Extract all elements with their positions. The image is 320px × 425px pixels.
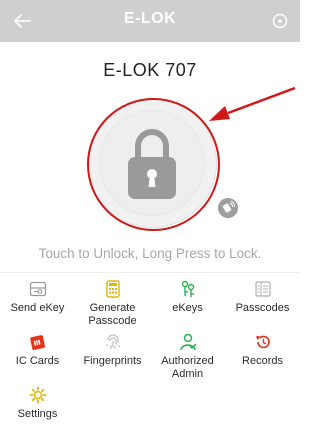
records-history-icon: [255, 335, 270, 349]
ic-cards-label: IC Cards: [15, 355, 60, 367]
nfc-icon[interactable]: [218, 198, 238, 218]
admin-user-icon: [179, 333, 197, 351]
settings-label: Settings: [17, 408, 58, 420]
send-ekey-label: Send eKey: [10, 302, 65, 314]
unlock-hint: Touch to Unlock, Long Press to Lock.: [38, 246, 262, 261]
annotation-highlight-circle: [87, 98, 220, 231]
settings-gear-icon: [29, 386, 46, 404]
records-label: Records: [242, 355, 283, 367]
ekeys-button[interactable]: eKeys: [150, 277, 225, 315]
app-screen: E-LOK E-LOK 707 Touch to Unlock, Long Pr…: [0, 0, 300, 425]
app-title: E-LOK: [123, 10, 177, 27]
generate-passcode-button[interactable]: Generate Passcode: [75, 277, 150, 328]
menu-button[interactable]: [268, 9, 292, 33]
passcodes-label: Passcodes: [235, 302, 290, 314]
authorized-admin-button[interactable]: Authorized Admin: [150, 330, 225, 381]
ekeys-icon: [181, 280, 194, 297]
ekeys-label: eKeys: [172, 302, 203, 314]
send-ekey-button[interactable]: Send eKey: [0, 277, 75, 315]
fingerprints-button[interactable]: Fingerprints: [75, 330, 150, 368]
passcode-keypad-icon: [105, 280, 120, 298]
generate-passcode-label: Generate Passcode: [88, 302, 137, 327]
records-button[interactable]: Records: [225, 330, 300, 368]
passcodes-list-icon: [254, 281, 271, 297]
settings-button[interactable]: Settings: [0, 383, 75, 421]
authorized-admin-label: Authorized Admin: [161, 355, 214, 380]
top-bar: E-LOK: [0, 0, 300, 42]
fingerprint-icon: [105, 334, 120, 349]
ic-card-icon: [29, 335, 45, 350]
send-ekey-icon: [29, 281, 46, 297]
device-name: E-LOK 707: [103, 60, 197, 80]
passcodes-button[interactable]: Passcodes: [225, 277, 300, 315]
target-circle-icon: [272, 13, 288, 29]
fingerprints-label: Fingerprints: [83, 355, 142, 367]
ic-cards-button[interactable]: IC Cards: [0, 330, 75, 368]
divider: [0, 272, 300, 273]
